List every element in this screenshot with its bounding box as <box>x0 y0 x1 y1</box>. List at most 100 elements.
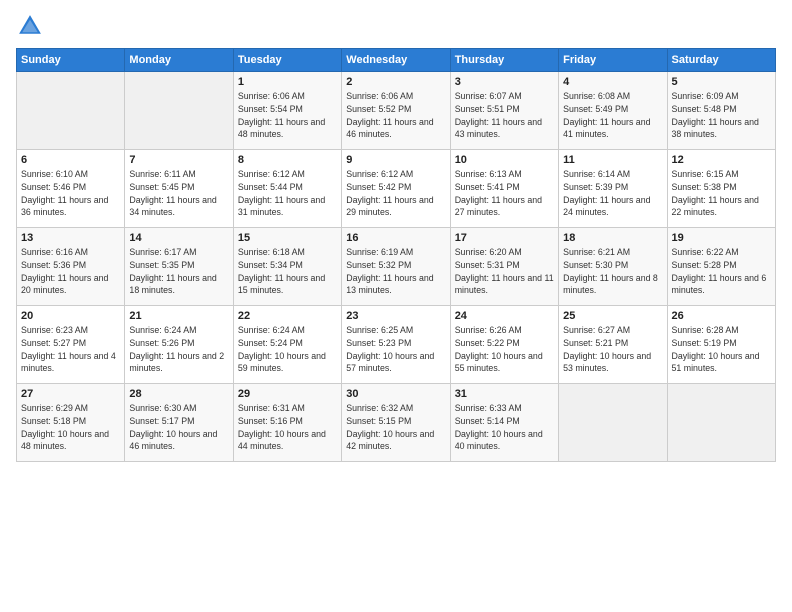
day-detail: Sunrise: 6:22 AMSunset: 5:28 PMDaylight:… <box>672 246 771 297</box>
day-detail: Sunrise: 6:28 AMSunset: 5:19 PMDaylight:… <box>672 324 771 375</box>
logo-icon <box>16 12 44 40</box>
weekday-header: Tuesday <box>233 49 341 72</box>
calendar-cell <box>17 72 125 150</box>
calendar-cell: 1 Sunrise: 6:06 AMSunset: 5:54 PMDaylight… <box>233 72 341 150</box>
calendar-cell: 16 Sunrise: 6:19 AMSunset: 5:32 PMDayligh… <box>342 228 450 306</box>
day-number: 31 <box>455 388 554 400</box>
day-detail: Sunrise: 6:16 AMSunset: 5:36 PMDaylight:… <box>21 246 120 297</box>
calendar-cell: 5 Sunrise: 6:09 AMSunset: 5:48 PMDaylight… <box>667 72 775 150</box>
weekday-header: Monday <box>125 49 233 72</box>
day-detail: Sunrise: 6:23 AMSunset: 5:27 PMDaylight:… <box>21 324 120 375</box>
calendar-cell: 12Sunrise: 6:15 AMSunset: 5:38 PMDayligh… <box>667 150 775 228</box>
day-detail: Sunrise: 6:08 AMSunset: 5:49 PMDaylight:… <box>563 90 662 141</box>
calendar-cell: 17 Sunrise: 6:20 AMSunset: 5:31 PMDayligh… <box>450 228 558 306</box>
calendar-cell: 14 Sunrise: 6:17 AMSunset: 5:35 PMDayligh… <box>125 228 233 306</box>
calendar-cell: 21 Sunrise: 6:24 AMSunset: 5:26 PMDayligh… <box>125 306 233 384</box>
weekday-header: Wednesday <box>342 49 450 72</box>
day-number: 8 <box>238 154 337 166</box>
day-detail: Sunrise: 6:30 AMSunset: 5:17 PMDaylight:… <box>129 402 228 453</box>
day-detail: Sunrise: 6:29 AMSunset: 5:18 PMDaylight:… <box>21 402 120 453</box>
calendar-cell: 31 Sunrise: 6:33 AMSunset: 5:14 PMDayligh… <box>450 384 558 462</box>
calendar-cell: 3 Sunrise: 6:07 AMSunset: 5:51 PMDaylight… <box>450 72 558 150</box>
day-detail: Sunrise: 6:19 AMSunset: 5:32 PMDaylight:… <box>346 246 445 297</box>
calendar-cell: 22 Sunrise: 6:24 AMSunset: 5:24 PMDayligh… <box>233 306 341 384</box>
day-detail: Sunrise: 6:25 AMSunset: 5:23 PMDaylight:… <box>346 324 445 375</box>
day-detail: Sunrise: 6:26 AMSunset: 5:22 PMDaylight:… <box>455 324 554 375</box>
day-number: 6 <box>21 154 120 166</box>
day-detail: Sunrise: 6:27 AMSunset: 5:21 PMDaylight:… <box>563 324 662 375</box>
day-number: 18 <box>563 232 662 244</box>
day-detail: Sunrise: 6:12 AMSunset: 5:44 PMDaylight:… <box>238 168 337 219</box>
day-number: 14 <box>129 232 228 244</box>
day-detail: Sunrise: 6:15 AMSunset: 5:38 PMDaylight:… <box>672 168 771 219</box>
day-detail: Sunrise: 6:07 AMSunset: 5:51 PMDaylight:… <box>455 90 554 141</box>
day-number: 3 <box>455 76 554 88</box>
calendar-table: SundayMondayTuesdayWednesdayThursdayFrid… <box>16 48 776 462</box>
day-detail: Sunrise: 6:31 AMSunset: 5:16 PMDaylight:… <box>238 402 337 453</box>
page-header <box>16 12 776 40</box>
calendar-cell <box>667 384 775 462</box>
day-number: 23 <box>346 310 445 322</box>
day-number: 28 <box>129 388 228 400</box>
calendar-cell: 24Sunrise: 6:26 AMSunset: 5:22 PMDayligh… <box>450 306 558 384</box>
weekday-header: Thursday <box>450 49 558 72</box>
calendar-cell: 2 Sunrise: 6:06 AMSunset: 5:52 PMDaylight… <box>342 72 450 150</box>
day-number: 11 <box>563 154 662 166</box>
calendar-header: SundayMondayTuesdayWednesdayThursdayFrid… <box>17 49 776 72</box>
day-number: 19 <box>672 232 771 244</box>
day-number: 15 <box>238 232 337 244</box>
calendar-cell: 20 Sunrise: 6:23 AMSunset: 5:27 PMDayligh… <box>17 306 125 384</box>
calendar-cell: 28 Sunrise: 6:30 AMSunset: 5:17 PMDayligh… <box>125 384 233 462</box>
weekday-header: Friday <box>559 49 667 72</box>
calendar-cell: 4Sunrise: 6:08 AMSunset: 5:49 PMDaylight… <box>559 72 667 150</box>
day-number: 26 <box>672 310 771 322</box>
calendar-cell: 13 Sunrise: 6:16 AMSunset: 5:36 PMDayligh… <box>17 228 125 306</box>
day-number: 13 <box>21 232 120 244</box>
calendar-cell: 29 Sunrise: 6:31 AMSunset: 5:16 PMDayligh… <box>233 384 341 462</box>
day-number: 21 <box>129 310 228 322</box>
day-detail: Sunrise: 6:14 AMSunset: 5:39 PMDaylight:… <box>563 168 662 219</box>
day-number: 22 <box>238 310 337 322</box>
day-detail: Sunrise: 6:32 AMSunset: 5:15 PMDaylight:… <box>346 402 445 453</box>
day-detail: Sunrise: 6:13 AMSunset: 5:41 PMDaylight:… <box>455 168 554 219</box>
weekday-header: Sunday <box>17 49 125 72</box>
calendar-cell: 6 Sunrise: 6:10 AMSunset: 5:46 PMDaylight… <box>17 150 125 228</box>
weekday-header: Saturday <box>667 49 775 72</box>
day-number: 20 <box>21 310 120 322</box>
day-detail: Sunrise: 6:33 AMSunset: 5:14 PMDaylight:… <box>455 402 554 453</box>
day-number: 5 <box>672 76 771 88</box>
day-detail: Sunrise: 6:20 AMSunset: 5:31 PMDaylight:… <box>455 246 554 297</box>
day-detail: Sunrise: 6:10 AMSunset: 5:46 PMDaylight:… <box>21 168 120 219</box>
day-number: 2 <box>346 76 445 88</box>
day-detail: Sunrise: 6:06 AMSunset: 5:52 PMDaylight:… <box>346 90 445 141</box>
calendar-cell: 23 Sunrise: 6:25 AMSunset: 5:23 PMDayligh… <box>342 306 450 384</box>
calendar-cell: 26 Sunrise: 6:28 AMSunset: 5:19 PMDayligh… <box>667 306 775 384</box>
day-number: 27 <box>21 388 120 400</box>
calendar-cell: 10 Sunrise: 6:13 AMSunset: 5:41 PMDayligh… <box>450 150 558 228</box>
logo <box>16 12 48 40</box>
calendar-cell: 9Sunrise: 6:12 AMSunset: 5:42 PMDaylight… <box>342 150 450 228</box>
day-detail: Sunrise: 6:18 AMSunset: 5:34 PMDaylight:… <box>238 246 337 297</box>
calendar-cell: 11 Sunrise: 6:14 AMSunset: 5:39 PMDayligh… <box>559 150 667 228</box>
calendar-cell: 27 Sunrise: 6:29 AMSunset: 5:18 PMDayligh… <box>17 384 125 462</box>
day-number: 10 <box>455 154 554 166</box>
calendar-cell: 7Sunrise: 6:11 AMSunset: 5:45 PMDaylight… <box>125 150 233 228</box>
day-number: 29 <box>238 388 337 400</box>
day-detail: Sunrise: 6:24 AMSunset: 5:24 PMDaylight:… <box>238 324 337 375</box>
day-detail: Sunrise: 6:11 AMSunset: 5:45 PMDaylight:… <box>129 168 228 219</box>
day-number: 30 <box>346 388 445 400</box>
day-detail: Sunrise: 6:17 AMSunset: 5:35 PMDaylight:… <box>129 246 228 297</box>
day-detail: Sunrise: 6:21 AMSunset: 5:30 PMDaylight:… <box>563 246 662 297</box>
calendar-cell: 25Sunrise: 6:27 AMSunset: 5:21 PMDayligh… <box>559 306 667 384</box>
calendar-cell <box>559 384 667 462</box>
day-detail: Sunrise: 6:24 AMSunset: 5:26 PMDaylight:… <box>129 324 228 375</box>
day-detail: Sunrise: 6:09 AMSunset: 5:48 PMDaylight:… <box>672 90 771 141</box>
day-number: 9 <box>346 154 445 166</box>
day-number: 1 <box>238 76 337 88</box>
calendar-cell: 18 Sunrise: 6:21 AMSunset: 5:30 PMDayligh… <box>559 228 667 306</box>
day-number: 16 <box>346 232 445 244</box>
calendar-cell: 15 Sunrise: 6:18 AMSunset: 5:34 PMDayligh… <box>233 228 341 306</box>
calendar-cell: 30 Sunrise: 6:32 AMSunset: 5:15 PMDayligh… <box>342 384 450 462</box>
day-detail: Sunrise: 6:06 AMSunset: 5:54 PMDaylight:… <box>238 90 337 141</box>
day-number: 17 <box>455 232 554 244</box>
